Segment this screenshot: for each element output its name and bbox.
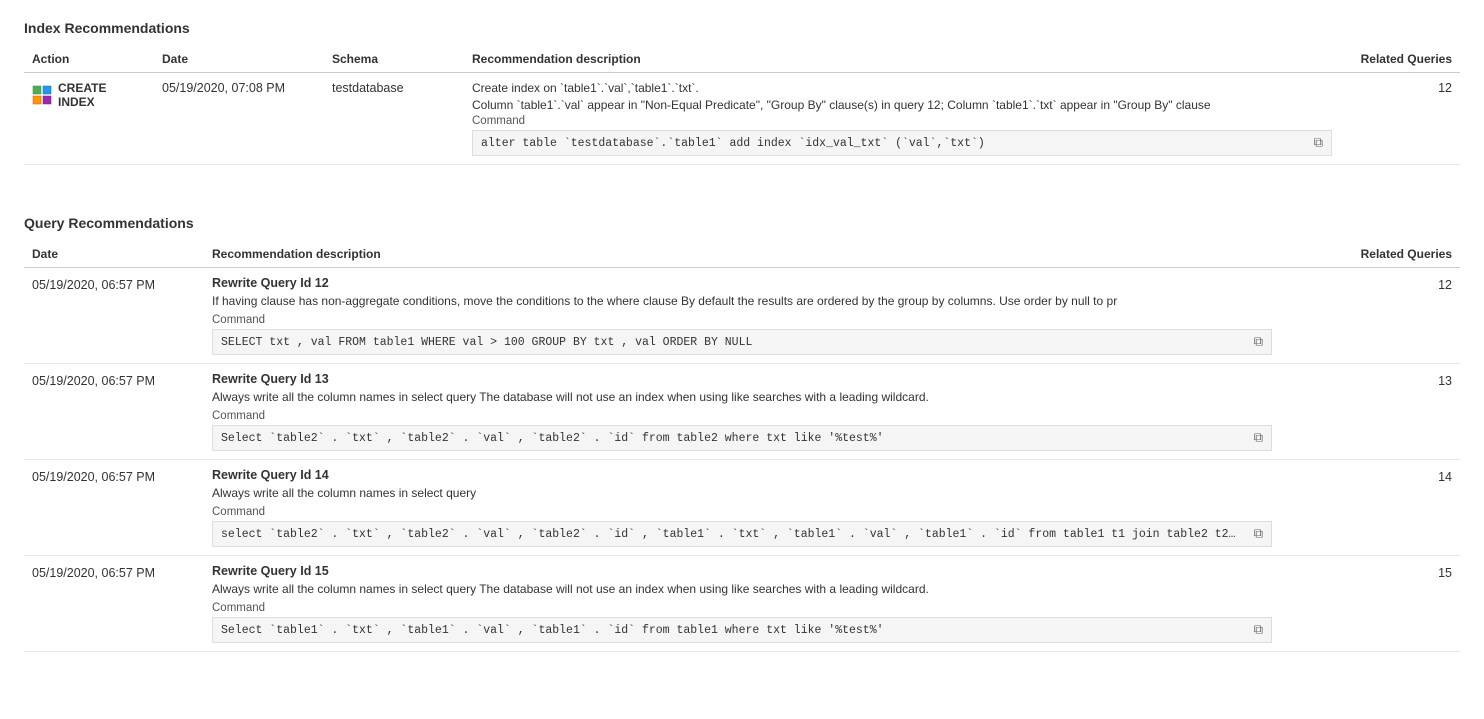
query-command-box: Select `table2` . `txt` , `table2` . `va…: [212, 425, 1272, 451]
query-command-text: select `table2` . `txt` , `table2` . `va…: [221, 528, 1239, 541]
command-text: alter table `testdatabase`.`table1` add …: [481, 137, 1299, 150]
query-rec-title: Rewrite Query Id 12: [212, 276, 1332, 290]
query-table-row: 05/19/2020, 06:57 PM Rewrite Query Id 14 A…: [24, 460, 1460, 556]
query-desc-cell: Rewrite Query Id 13 Always write all the …: [204, 364, 1340, 460]
query-desc-cell: Rewrite Query Id 12 If having clause has …: [204, 268, 1340, 364]
query-table-row: 05/19/2020, 06:57 PM Rewrite Query Id 12 I…: [24, 268, 1460, 364]
index-col-related: Related Queries: [1340, 46, 1460, 73]
query-command-box: select `table2` . `txt` , `table2` . `va…: [212, 521, 1272, 547]
copy-icon[interactable]: ⧉: [1254, 623, 1263, 638]
query-related-queries-cell: 15: [1340, 556, 1460, 652]
index-date-cell: 05/19/2020, 07:08 PM: [154, 73, 324, 165]
index-action-cell: CREATE INDEX: [24, 73, 154, 165]
query-date-cell: 05/19/2020, 06:57 PM: [24, 556, 204, 652]
query-command-label: Command: [212, 602, 1332, 614]
index-col-schema: Schema: [324, 46, 464, 73]
index-recommendations-section: Index Recommendations Action Date Schema…: [24, 20, 1460, 165]
query-desc-cell: Rewrite Query Id 15 Always write all the …: [204, 556, 1340, 652]
index-schema-cell: testdatabase: [324, 73, 464, 165]
rec-description-line: Column `table1`.`val` appear in "Non-Equ…: [472, 98, 1232, 112]
query-date-cell: 05/19/2020, 06:57 PM: [24, 460, 204, 556]
query-command-text: Select `table1` . `txt` , `table1` . `va…: [221, 624, 1239, 637]
related-queries-value: 12: [1438, 278, 1452, 292]
copy-icon[interactable]: ⧉: [1254, 527, 1263, 542]
query-command-box: Select `table1` . `txt` , `table1` . `va…: [212, 617, 1272, 643]
related-queries-value: 13: [1438, 374, 1452, 388]
index-table-row: CREATE INDEX 05/19/2020, 07:08 PMtestdat…: [24, 73, 1460, 165]
query-desc-cell: Rewrite Query Id 14 Always write all the …: [204, 460, 1340, 556]
command-box: alter table `testdatabase`.`table1` add …: [472, 130, 1332, 156]
copy-icon[interactable]: ⧉: [1254, 335, 1263, 350]
index-col-action: Action: [24, 46, 154, 73]
query-col-desc: Recommendation description: [204, 241, 1340, 268]
query-rec-description: If having clause has non-aggregate condi…: [212, 294, 1312, 308]
related-queries-value: 14: [1438, 470, 1452, 484]
query-related-queries-cell: 12: [1340, 268, 1460, 364]
query-col-related: Related Queries: [1340, 241, 1460, 268]
query-table-row: 05/19/2020, 06:57 PM Rewrite Query Id 15 A…: [24, 556, 1460, 652]
create-index-icon: [32, 85, 52, 105]
index-section-title: Index Recommendations: [24, 20, 1460, 36]
query-section-title: Query Recommendations: [24, 215, 1460, 231]
query-command-label: Command: [212, 314, 1332, 326]
copy-icon[interactable]: ⧉: [1314, 136, 1323, 151]
query-rec-description: Always write all the column names in sel…: [212, 390, 1312, 404]
query-date-cell: 05/19/2020, 06:57 PM: [24, 364, 204, 460]
query-related-queries-cell: 13: [1340, 364, 1460, 460]
query-date-cell: 05/19/2020, 06:57 PM: [24, 268, 204, 364]
related-queries-value: 12: [1438, 81, 1452, 95]
query-recommendations-section: Query Recommendations Date Recommendatio…: [24, 215, 1460, 652]
query-command-text: SELECT txt , val FROM table1 WHERE val >…: [221, 336, 1239, 349]
query-recommendations-table: Date Recommendation description Related …: [24, 241, 1460, 652]
query-command-label: Command: [212, 410, 1332, 422]
query-rec-title: Rewrite Query Id 15: [212, 564, 1332, 578]
rec-description-line: Create index on `table1`.`val`,`table1`.…: [472, 81, 1232, 95]
query-command-box: SELECT txt , val FROM table1 WHERE val >…: [212, 329, 1272, 355]
query-related-queries-cell: 14: [1340, 460, 1460, 556]
query-command-label: Command: [212, 506, 1332, 518]
related-queries-value: 15: [1438, 566, 1452, 580]
copy-icon[interactable]: ⧉: [1254, 431, 1263, 446]
query-rec-title: Rewrite Query Id 14: [212, 468, 1332, 482]
query-table-row: 05/19/2020, 06:57 PM Rewrite Query Id 13 A…: [24, 364, 1460, 460]
query-rec-description: Always write all the column names in sel…: [212, 486, 1312, 500]
index-desc-cell: Create index on `table1`.`val`,`table1`.…: [464, 73, 1340, 165]
index-related-queries-cell: 12: [1340, 73, 1460, 165]
index-col-desc: Recommendation description: [464, 46, 1340, 73]
command-label: Command: [472, 115, 1332, 127]
query-command-text: Select `table2` . `txt` , `table2` . `va…: [221, 432, 1239, 445]
index-col-date: Date: [154, 46, 324, 73]
query-rec-description: Always write all the column names in sel…: [212, 582, 1312, 596]
action-label: CREATE INDEX: [58, 81, 146, 109]
index-recommendations-table: Action Date Schema Recommendation descri…: [24, 46, 1460, 165]
query-rec-title: Rewrite Query Id 13: [212, 372, 1332, 386]
query-col-date: Date: [24, 241, 204, 268]
